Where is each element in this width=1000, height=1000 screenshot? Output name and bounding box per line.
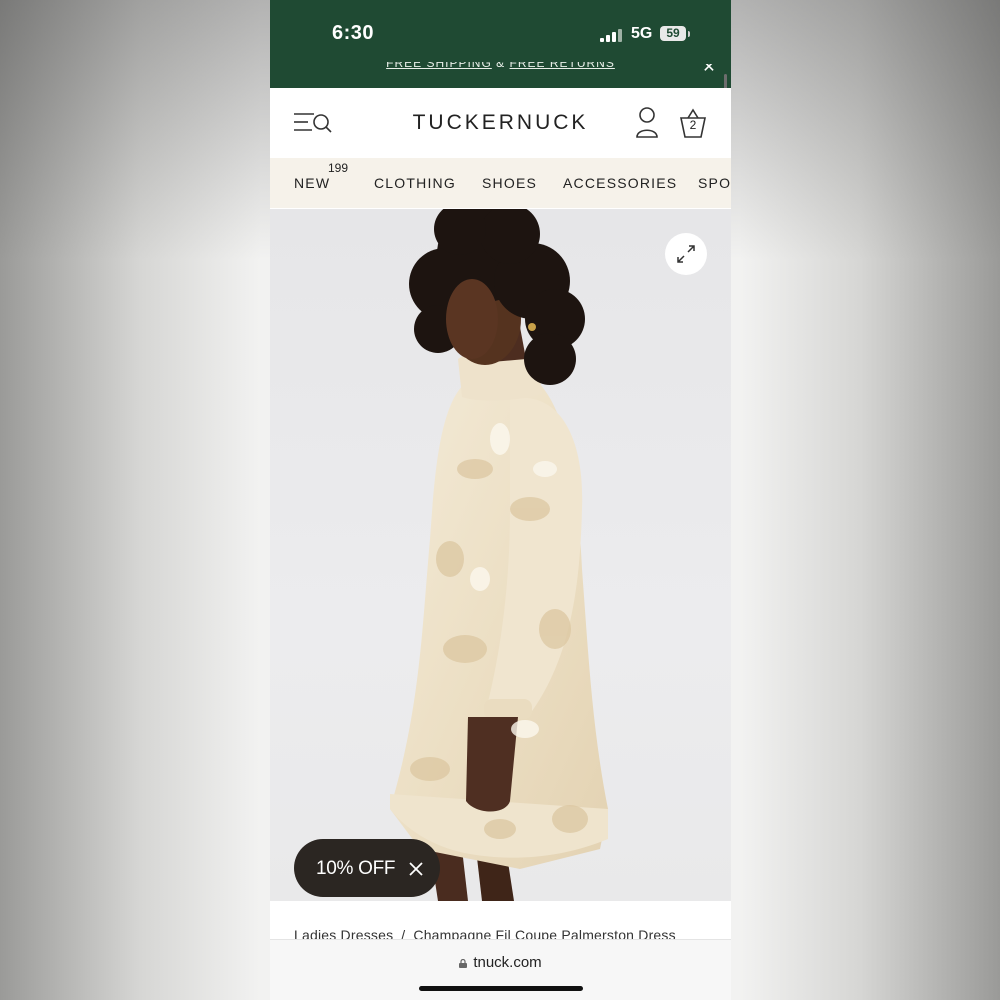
home-indicator[interactable] [419, 986, 583, 991]
category-nav: NEW 199 CLOTHING SHOES ACCESSORIES SPO [270, 158, 731, 208]
nav-item-label: SHOES [482, 175, 538, 191]
phone-screen: 6:30 5G 59 FREE SHIPPING & FREE RETURNS … [270, 0, 731, 1000]
signal-icon [600, 28, 624, 42]
product-image[interactable]: 10% OFF [270, 209, 731, 901]
battery-tip [688, 31, 690, 37]
nav-item-sport[interactable]: SPO [698, 175, 731, 191]
battery-icon: 59 [660, 26, 686, 41]
nav-item-label: ACCESSORIES [563, 175, 678, 191]
nav-item-clothing[interactable]: CLOTHING [374, 175, 456, 191]
nav-item-label: NEW [294, 175, 331, 191]
browser-url-bar[interactable]: tnuck.com [270, 939, 731, 1000]
url-field[interactable]: tnuck.com [270, 954, 731, 971]
nav-item-shoes[interactable]: SHOES [482, 175, 537, 191]
shopping-bag-icon[interactable]: 2 [676, 106, 710, 140]
lock-icon [459, 959, 468, 968]
expand-icon[interactable] [665, 233, 707, 275]
nav-item-accessories[interactable]: ACCESSORIES [563, 175, 677, 191]
nav-item-label: SPO [698, 175, 731, 191]
discount-label[interactable]: 10% OFF [316, 858, 396, 880]
network-label: 5G [631, 25, 653, 42]
promo-free-returns-link[interactable]: FREE RETURNS [510, 62, 615, 70]
status-time: 6:30 [332, 22, 375, 44]
site-header: TUCKERNUCK 2 [270, 88, 731, 158]
close-icon[interactable] [408, 861, 424, 877]
promo-banner[interactable]: FREE SHIPPING & FREE RETURNS [270, 56, 731, 70]
user-icon[interactable] [634, 106, 660, 140]
brand-logo[interactable]: TUCKERNUCK [270, 111, 731, 135]
promo-joiner: & [496, 56, 506, 70]
nav-item-new[interactable]: NEW [294, 175, 330, 191]
promo-free-shipping-link[interactable]: FREE SHIPPING [386, 62, 492, 70]
nav-new-count: 199 [328, 161, 349, 175]
status-bar: 6:30 5G 59 FREE SHIPPING & FREE RETURNS … [270, 0, 731, 88]
discount-popup-pill[interactable]: 10% OFF [294, 839, 440, 897]
cart-count-badge: 2 [689, 118, 697, 132]
url-text: tnuck.com [473, 954, 542, 971]
model-photo [390, 209, 608, 901]
nav-item-label: CLOTHING [374, 175, 456, 191]
